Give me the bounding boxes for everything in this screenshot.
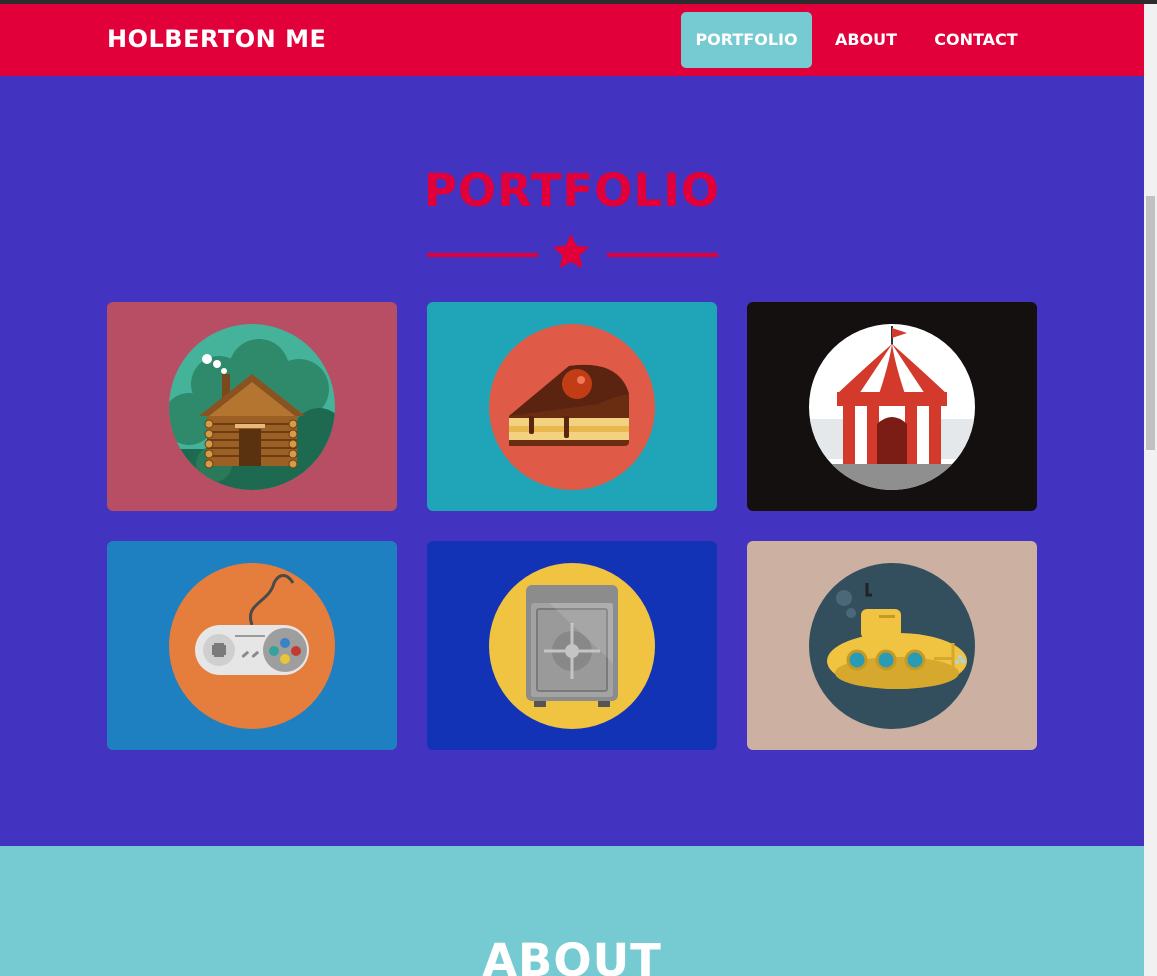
divider-line-right [607,253,718,257]
nav-portfolio[interactable]: PORTFOLIO [681,12,812,68]
nav-contact[interactable]: CONTACT [920,12,1032,68]
nav-about[interactable]: ABOUT [820,12,912,68]
portfolio-item-controller[interactable] [107,541,397,750]
cabin-icon [169,324,335,490]
safe-icon [489,563,655,729]
portfolio-item-cabin[interactable] [107,302,397,511]
scrollbar[interactable] [1144,4,1157,976]
circus-tent-icon [809,324,975,490]
cake-icon [489,324,655,490]
game-controller-icon [169,563,335,729]
portfolio-item-cake[interactable] [427,302,717,511]
portfolio-item-circus[interactable] [747,302,1037,511]
divider-line-left [427,253,538,257]
about-title: ABOUT [482,934,662,976]
page-viewport: HOLBERTON ME PORTFOLIO ABOUT CONTACT POR… [0,4,1144,976]
portfolio-item-safe[interactable] [427,541,717,750]
brand-logo[interactable]: HOLBERTON ME [107,25,326,53]
portfolio-item-submarine[interactable] [747,541,1037,750]
star-icon [554,235,588,268]
portfolio-title: PORTFOLIO [423,164,721,217]
scrollbar-thumb[interactable] [1146,196,1155,450]
navbar: HOLBERTON ME PORTFOLIO ABOUT CONTACT [0,4,1144,76]
submarine-icon [809,563,975,729]
